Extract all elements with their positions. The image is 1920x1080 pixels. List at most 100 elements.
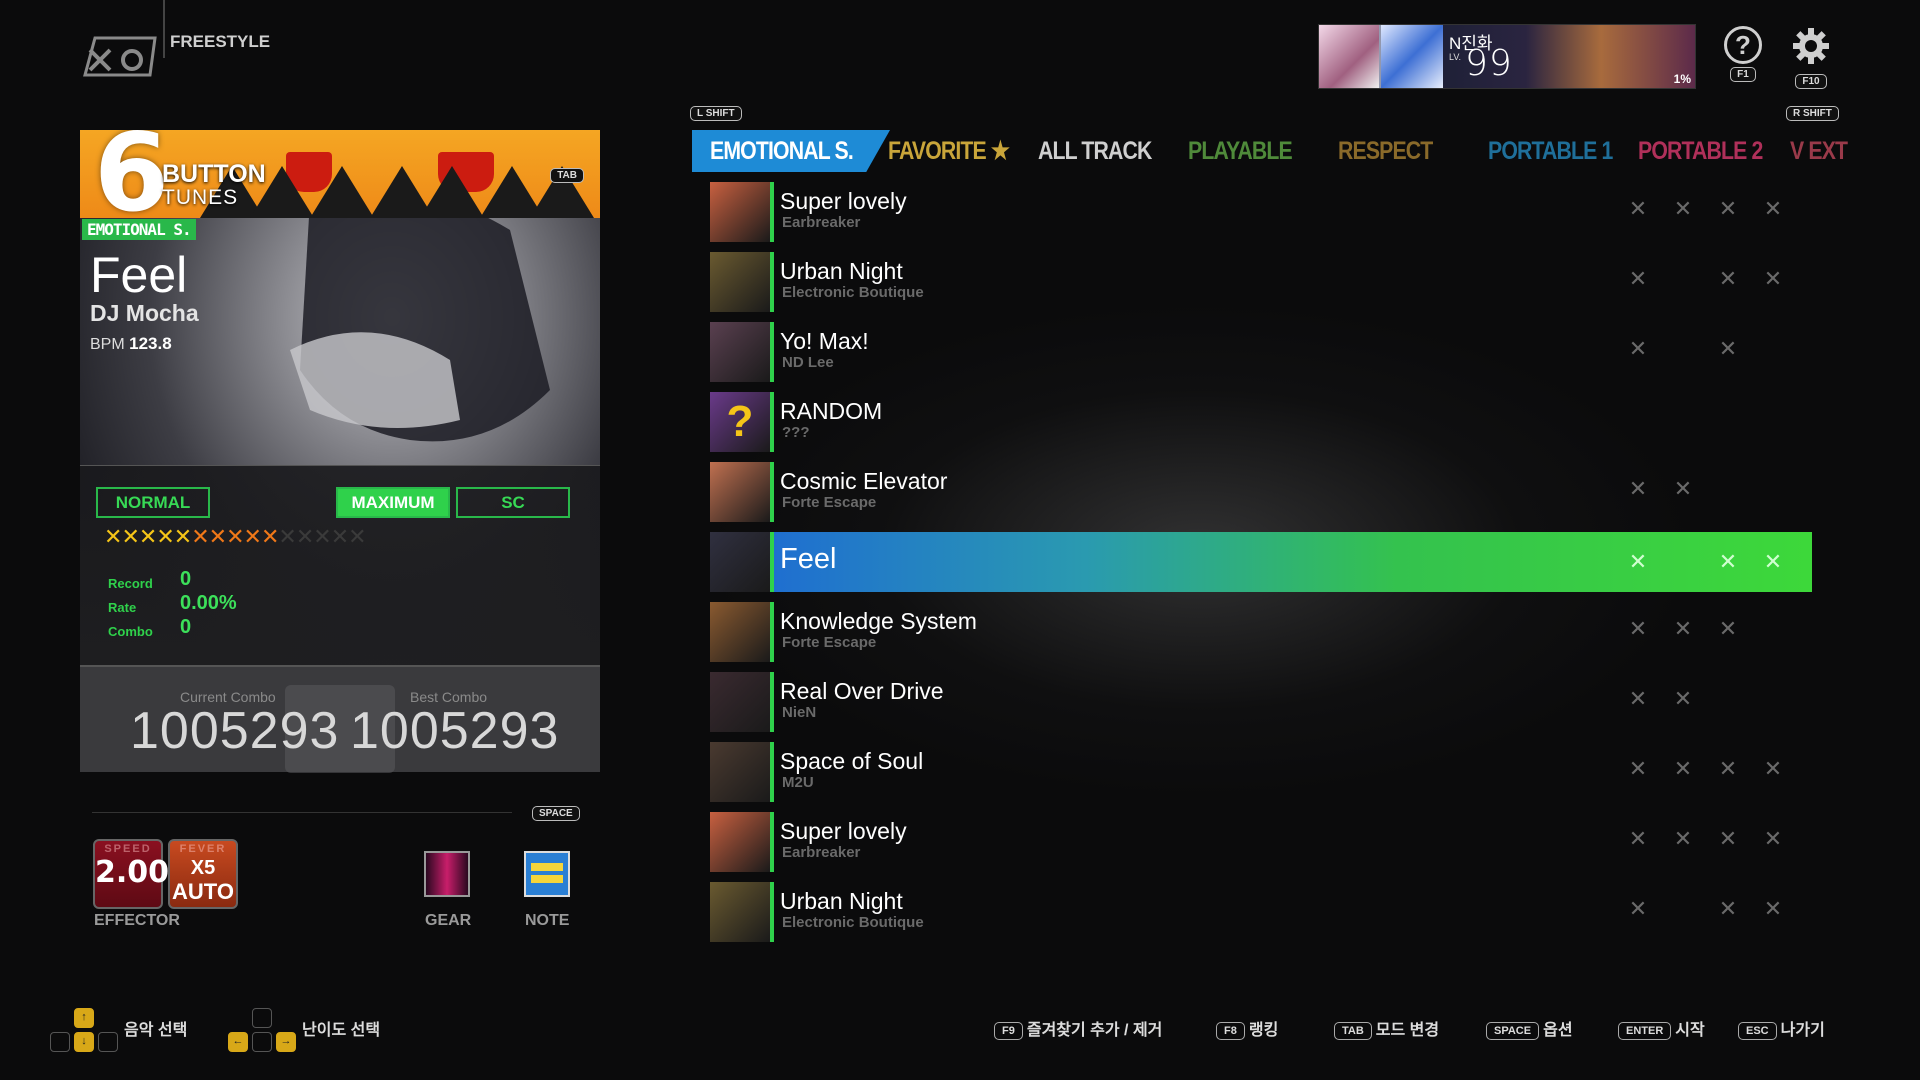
song-thumbnail	[710, 812, 774, 872]
difficulty-normal-button[interactable]: NORMAL	[96, 487, 210, 518]
difficulty-star-icon: ✕	[138, 524, 157, 549]
tab-v-ext[interactable]: V EXT	[1790, 130, 1848, 172]
song-row-title: RANDOM	[780, 398, 883, 424]
options-divider	[92, 812, 512, 813]
combo-value: 0	[180, 616, 192, 638]
song-row[interactable]: Knowledge System Forte Escape ✕ ✕ ✕	[710, 602, 1812, 664]
song-row[interactable]: Urban Night Electronic Boutique ✕ ✕ ✕	[710, 882, 1812, 944]
song-row[interactable]: Yo! Max! ND Lee ✕ ✕	[710, 322, 1812, 384]
clear-mark-icon: ✕	[1628, 826, 1648, 851]
settings-button[interactable]: F10	[1786, 26, 1836, 89]
options-label: 옵션	[1543, 1022, 1573, 1039]
rate-value: 0.00%	[180, 592, 237, 614]
difficulty-select-hint: 난이도 선택	[302, 1022, 381, 1039]
tab-all-track[interactable]: ALL TRACK	[1038, 130, 1152, 172]
player-level-prefix: LV.	[1449, 52, 1462, 62]
tunes-word: TUNES	[162, 186, 239, 209]
song-thumbnail	[710, 462, 774, 522]
right-shift-key: R SHIFT	[1786, 106, 1839, 121]
difficulty-select-dpad-icon: ← →	[228, 1008, 298, 1068]
difficulty-stars: ✕✕✕✕✕✕✕✕✕✕✕✕✕✕✕	[104, 524, 367, 550]
speed-caption: SPEED	[104, 843, 152, 855]
mode-title: FREESTYLE	[170, 32, 271, 51]
song-row[interactable]: Urban Night Electronic Boutique ✕ ✕ ✕	[710, 252, 1812, 314]
clear-mark-icon: ✕	[1628, 336, 1648, 361]
tab-favorite[interactable]: FAVORITE ★	[888, 130, 1010, 172]
mode-banner[interactable]: 6 BUTTON TUNES TAB	[80, 130, 600, 218]
song-row-title: Real Over Drive	[780, 678, 944, 704]
tab-emotional-s[interactable]: EMOTIONAL S.	[692, 130, 890, 172]
clear-mark-icon: ✕	[1718, 826, 1738, 851]
djmax-logo-icon	[83, 36, 157, 77]
music-select-hint: 음악 선택	[124, 1022, 188, 1039]
clear-mark-icon: ✕	[1673, 756, 1693, 781]
song-row[interactable]: Space of Soul M2U ✕ ✕ ✕ ✕	[710, 742, 1812, 804]
tab-respect[interactable]: RESPECT	[1338, 130, 1433, 172]
category-tag: EMOTIONAL S.	[82, 219, 196, 240]
song-thumbnail	[710, 602, 774, 662]
esc-key: ESC	[1738, 1021, 1777, 1040]
player-card[interactable]: N진화 LV. 99 1%	[1318, 24, 1696, 89]
rate-label: Rate	[108, 600, 137, 615]
start-label: 시작	[1675, 1022, 1705, 1039]
song-thumbnail	[710, 742, 774, 802]
button-word: BUTTON	[162, 160, 266, 188]
tab-playable[interactable]: PLAYABLE	[1188, 130, 1293, 172]
exit-hint[interactable]: ESC 나가기	[1738, 1016, 1825, 1040]
tab-portable-2[interactable]: PORTABLE 2	[1638, 130, 1763, 172]
clear-mark-icon: ✕	[1628, 616, 1648, 641]
song-row[interactable]: Real Over Drive NieN ✕ ✕	[710, 672, 1812, 734]
song-row-title: Super lovely	[780, 188, 907, 214]
clear-mark-icon: ✕	[1718, 336, 1738, 361]
song-row-artist: ND Lee	[782, 354, 834, 371]
difficulty-sc-button[interactable]: SC	[456, 487, 570, 518]
fever-card[interactable]: FEVER X5 AUTO	[168, 839, 238, 909]
start-hint[interactable]: ENTER 시작	[1618, 1016, 1705, 1040]
clear-mark-icon: ✕	[1673, 616, 1693, 641]
song-thumbnail: ?	[710, 392, 774, 452]
song-row-title: Urban Night	[780, 258, 903, 284]
artwork-figure	[290, 190, 550, 442]
song-thumbnail	[710, 252, 774, 312]
fever-multiplier: X5	[190, 857, 216, 879]
clear-mark-icon: ✕	[1763, 549, 1783, 574]
help-icon: ?	[1724, 26, 1762, 64]
favorite-toggle-hint[interactable]: F9 즐겨찾기 추가 / 제거	[994, 1016, 1162, 1040]
song-row[interactable]: ? RANDOM???	[710, 392, 1812, 454]
song-row-artist: Earbreaker	[782, 214, 861, 231]
song-row-artist: Forte Escape	[782, 634, 877, 651]
best-combo-value: 1005293	[350, 702, 560, 760]
button-count: 6	[94, 130, 170, 218]
help-key: F1	[1730, 67, 1756, 82]
gear-icon	[1793, 28, 1829, 64]
tab-key: TAB	[550, 168, 584, 183]
options-hint[interactable]: SPACE 옵션	[1486, 1016, 1573, 1040]
difficulty-star-icon: ✕	[330, 524, 349, 549]
selection-highlight	[774, 532, 1812, 592]
difficulty-maximum-button[interactable]: MAXIMUM	[336, 487, 450, 518]
speed-card[interactable]: SPEED 2.00	[93, 839, 170, 909]
difficulty-star-icon: ✕	[121, 524, 139, 549]
ranking-hint[interactable]: F8 랭킹	[1216, 1016, 1278, 1040]
help-button[interactable]: ? F1	[1718, 26, 1768, 82]
mode-change-hint[interactable]: TAB 모드 변경	[1334, 1016, 1439, 1040]
gear-skin-card[interactable]	[424, 851, 470, 897]
player-avatar	[1319, 25, 1379, 88]
song-row-selected[interactable]: Feel ✕ ✕ ✕	[710, 532, 1812, 594]
song-thumbnail	[710, 532, 774, 592]
song-row-title: Cosmic Elevator	[780, 468, 948, 494]
song-row-artist: NieN	[782, 704, 817, 721]
song-row[interactable]: Cosmic Elevator Forte Escape ✕ ✕	[710, 462, 1812, 524]
clear-mark-icon: ✕	[1718, 266, 1738, 291]
clear-mark-icon: ✕	[1673, 686, 1693, 711]
song-row[interactable]: Super lovely Earbreaker ✕ ✕ ✕ ✕	[710, 182, 1812, 244]
song-detail-panel: 6 BUTTON TUNES TAB EMOTIONAL S. Feel DJ …	[80, 130, 600, 773]
note-skin-card[interactable]	[524, 851, 570, 897]
song-row[interactable]: Super lovely Earbreaker ✕ ✕ ✕ ✕	[710, 812, 1812, 874]
clear-mark-icon: ✕	[1718, 896, 1738, 921]
banner-mountain	[420, 166, 484, 218]
clear-mark-icon: ✕	[1628, 896, 1648, 921]
options-space-key: SPACE	[532, 806, 580, 821]
speed-value: 2.00	[95, 855, 170, 890]
tab-portable-1[interactable]: PORTABLE 1	[1488, 130, 1613, 172]
